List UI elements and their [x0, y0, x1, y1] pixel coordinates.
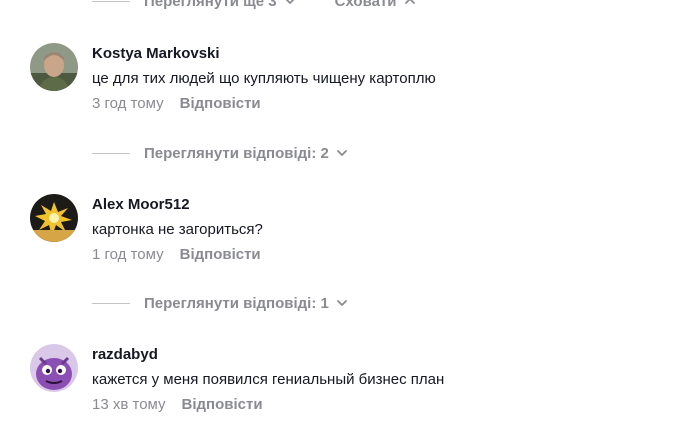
- comment-text: картонка не загориться?: [92, 221, 263, 238]
- comment-item: razdabyd кажется у меня появился гениаль…: [0, 344, 700, 424]
- comment-username[interactable]: Alex Moor512: [92, 196, 190, 213]
- purple-character-avatar-icon: [30, 344, 78, 392]
- chevron-up-icon: [403, 0, 417, 8]
- comment-meta: 1 год тому Відповісти: [92, 246, 261, 263]
- view-replies-button[interactable]: Переглянути відповіді: 1: [144, 295, 349, 312]
- view-more-replies-button[interactable]: Переглянути ще 3: [144, 0, 297, 10]
- comment-item: Kostya Markovski це для тих людей що куп…: [0, 43, 700, 123]
- hide-replies-button[interactable]: Сховати: [335, 0, 417, 10]
- comment-text: кажется у меня появился гениальный бизне…: [92, 371, 445, 388]
- avatar[interactable]: [30, 344, 78, 392]
- hide-label: Сховати: [334, 0, 397, 10]
- comment-text: це для тих людей що купляють чищену карт…: [92, 70, 436, 87]
- avatar[interactable]: [30, 43, 78, 91]
- avatar[interactable]: [30, 194, 78, 242]
- divider-line: [92, 152, 130, 154]
- replies-actions-row: Переглянути ще 3 Сховати: [92, 0, 417, 11]
- view-replies-row: Переглянути відповіді: 1: [92, 293, 349, 313]
- view-replies-label: Переглянути відповіді: 2: [144, 144, 329, 162]
- reply-button[interactable]: Відповісти: [182, 396, 263, 413]
- explosion-avatar-icon: [30, 194, 78, 242]
- comment-username[interactable]: razdabyd: [92, 346, 158, 363]
- view-more-label: Переглянути ще 3: [144, 0, 277, 10]
- reply-button[interactable]: Відповісти: [180, 95, 261, 112]
- chevron-down-icon: [335, 146, 349, 160]
- person-photo-avatar-icon: [30, 43, 78, 91]
- divider-line: [92, 0, 130, 2]
- comment-item: Alex Moor512 картонка не загориться? 1 г…: [0, 194, 700, 274]
- divider-line: [92, 302, 130, 304]
- view-replies-row: Переглянути відповіді: 2: [92, 143, 349, 163]
- comment-username[interactable]: Kostya Markovski: [92, 45, 220, 62]
- comment-meta: 13 хв тому Відповісти: [92, 396, 263, 413]
- view-replies-label: Переглянути відповіді: 1: [144, 294, 329, 312]
- view-replies-button[interactable]: Переглянути відповіді: 2: [144, 145, 349, 162]
- comment-meta: 3 год тому Відповісти: [92, 95, 261, 112]
- chevron-down-icon: [335, 296, 349, 310]
- reply-button[interactable]: Відповісти: [180, 246, 261, 263]
- comment-timestamp: 3 год тому: [92, 95, 164, 112]
- chevron-down-icon: [283, 0, 297, 8]
- comment-timestamp: 1 год тому: [92, 246, 164, 263]
- comment-timestamp: 13 хв тому: [92, 396, 166, 413]
